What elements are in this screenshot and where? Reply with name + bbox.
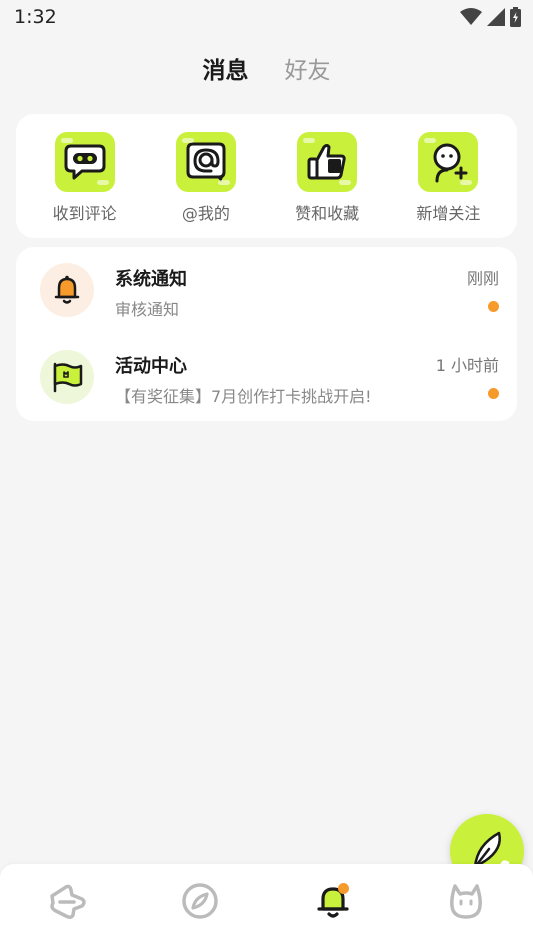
message-list: 系统通知 审核通知 刚刚 活动中心 【有奖征集】7月创作打卡挑战开启! 1 小时…	[16, 247, 517, 421]
status-time: 1:32	[14, 6, 57, 28]
nav-messages[interactable]	[303, 871, 363, 931]
flag-icon	[40, 350, 94, 404]
compass-icon	[182, 883, 218, 919]
comment-icon	[54, 132, 115, 192]
tab-messages[interactable]: 消息	[203, 51, 249, 85]
quick-action-label: @我的	[181, 204, 230, 223]
bottom-navigation	[0, 864, 533, 944]
quick-action-label: 赞和收藏	[295, 204, 360, 223]
message-time: 刚刚	[466, 269, 499, 288]
unread-dot	[488, 388, 499, 399]
status-icons	[460, 7, 521, 27]
list-item-activity-center[interactable]: 活动中心 【有奖征集】7月创作打卡挑战开启! 1 小时前	[16, 348, 517, 435]
nav-profile[interactable]	[436, 871, 496, 931]
nav-discover[interactable]	[170, 871, 230, 931]
wifi-icon	[460, 8, 482, 25]
thumbs-up-icon	[297, 132, 358, 192]
nav-home[interactable]	[37, 871, 97, 931]
quick-action-label: 新增关注	[416, 204, 481, 223]
quick-actions-card: 收到评论 @我的 赞和收藏 新增关注	[16, 114, 517, 238]
home-icon	[49, 884, 86, 920]
profile-cat-icon	[450, 884, 483, 919]
status-bar: 1:32	[0, 0, 533, 34]
quick-action-label: 收到评论	[52, 204, 117, 223]
signal-icon	[487, 8, 505, 26]
quick-action-followers[interactable]: 新增关注	[393, 132, 503, 224]
battery-icon	[510, 7, 521, 27]
message-title: 活动中心	[115, 356, 187, 377]
message-tabs: 消息 好友	[0, 48, 533, 88]
mention-icon	[175, 132, 236, 192]
list-item-system-notice[interactable]: 系统通知 审核通知 刚刚	[16, 261, 517, 348]
quick-action-comments[interactable]: 收到评论	[30, 132, 140, 224]
tab-friends[interactable]: 好友	[285, 51, 331, 85]
bell-icon	[40, 263, 94, 317]
message-title: 系统通知	[115, 269, 187, 290]
quick-action-likes[interactable]: 赞和收藏	[272, 132, 382, 224]
message-subtitle: 【有奖征集】7月创作打卡挑战开启!	[115, 387, 372, 406]
unread-dot	[488, 301, 499, 312]
quick-action-mentions[interactable]: @我的	[151, 132, 261, 224]
new-follower-icon	[418, 132, 479, 192]
message-time: 1 小时前	[435, 356, 499, 375]
message-subtitle: 审核通知	[115, 300, 180, 319]
